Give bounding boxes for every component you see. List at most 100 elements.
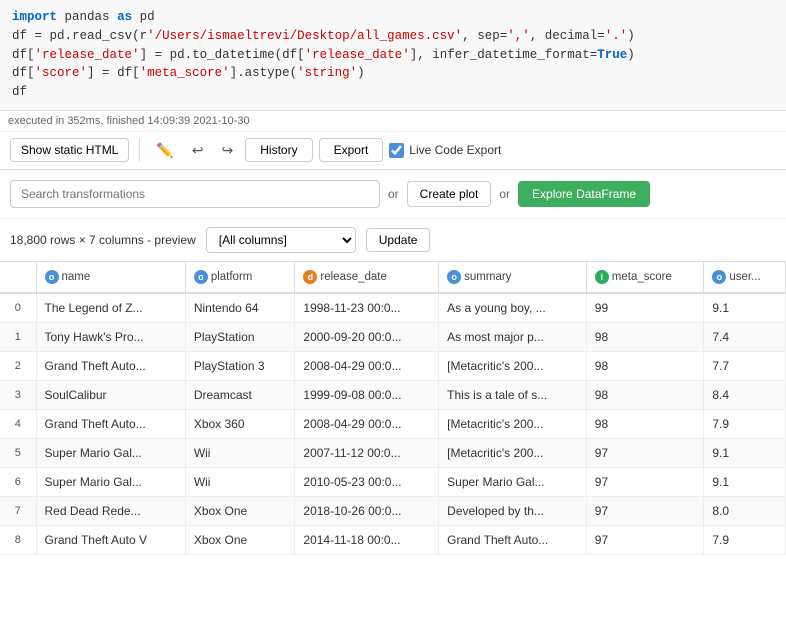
edit-icon-button[interactable]: ✏️ (150, 138, 179, 163)
data-table: oname oplatform drelease_date osummary i… (0, 262, 786, 555)
cell-platform: PlayStation 3 (185, 351, 295, 380)
cell-platform: Xbox 360 (185, 409, 295, 438)
cell-release-date: 2008-04-29 00:0... (295, 409, 439, 438)
table-row: 2 Grand Theft Auto... PlayStation 3 2008… (0, 351, 786, 380)
cell-summary: Super Mario Gal... (439, 467, 587, 496)
cell-index: 1 (0, 322, 36, 351)
cell-summary: As a young boy, ... (439, 293, 587, 323)
cell-summary: This is a tale of s... (439, 380, 587, 409)
cell-summary: [Metacritic's 200... (439, 409, 587, 438)
toolbar-separator (139, 138, 140, 162)
cell-meta-score: 98 (586, 409, 704, 438)
table-row: 5 Super Mario Gal... Wii 2007-11-12 00:0… (0, 438, 786, 467)
cell-name: Grand Theft Auto... (36, 351, 185, 380)
cell-index: 8 (0, 525, 36, 554)
cell-summary: As most major p... (439, 322, 587, 351)
cell-release-date: 2010-05-23 00:0... (295, 467, 439, 496)
table-row: 8 Grand Theft Auto V Xbox One 2014-11-18… (0, 525, 786, 554)
cell-release-date: 2008-04-29 00:0... (295, 351, 439, 380)
explore-dataframe-button[interactable]: Explore DataFrame (518, 181, 650, 207)
cell-release-date: 2007-11-12 00:0... (295, 438, 439, 467)
undo-icon-button[interactable]: ↩ (186, 138, 210, 163)
toolbar: Show static HTML ✏️ ↩ ↪ History Export L… (0, 132, 786, 170)
cell-name: Grand Theft Auto V (36, 525, 185, 554)
table-row: 4 Grand Theft Auto... Xbox 360 2008-04-2… (0, 409, 786, 438)
cell-platform: Dreamcast (185, 380, 295, 409)
cell-name: Red Dead Rede... (36, 496, 185, 525)
cell-user-score: 7.7 (704, 351, 786, 380)
th-meta-score: imeta_score (586, 262, 704, 293)
exec-info: executed in 352ms, finished 14:09:39 202… (0, 111, 786, 132)
or-text-1: or (388, 187, 399, 201)
table-header-row: oname oplatform drelease_date osummary i… (0, 262, 786, 293)
cell-index: 2 (0, 351, 36, 380)
cell-meta-score: 97 (586, 525, 704, 554)
cell-name: Tony Hawk's Pro... (36, 322, 185, 351)
cell-summary: [Metacritic's 200... (439, 351, 587, 380)
code-block: import pandas as pd df = pd.read_csv(r'/… (0, 0, 786, 111)
update-button[interactable]: Update (366, 228, 431, 252)
cell-meta-score: 98 (586, 322, 704, 351)
or-text-2: or (499, 187, 510, 201)
th-user-score: ouser... (704, 262, 786, 293)
table-row: 0 The Legend of Z... Nintendo 64 1998-11… (0, 293, 786, 323)
cell-meta-score: 99 (586, 293, 704, 323)
cell-platform: PlayStation (185, 322, 295, 351)
history-button[interactable]: History (245, 138, 312, 162)
live-code-export-label[interactable]: Live Code Export (389, 143, 501, 158)
cell-release-date: 2000-09-20 00:0... (295, 322, 439, 351)
cell-name: The Legend of Z... (36, 293, 185, 323)
cell-platform: Wii (185, 467, 295, 496)
cell-platform: Wii (185, 438, 295, 467)
redo-icon-button[interactable]: ↪ (216, 138, 240, 163)
cell-name: SoulCalibur (36, 380, 185, 409)
table-row: 6 Super Mario Gal... Wii 2010-05-23 00:0… (0, 467, 786, 496)
cell-user-score: 7.9 (704, 525, 786, 554)
show-static-html-button[interactable]: Show static HTML (10, 138, 129, 162)
live-code-export-checkbox[interactable] (389, 143, 404, 158)
cell-index: 0 (0, 293, 36, 323)
cell-index: 6 (0, 467, 36, 496)
cell-platform: Xbox One (185, 525, 295, 554)
cell-name: Grand Theft Auto... (36, 409, 185, 438)
cell-meta-score: 97 (586, 467, 704, 496)
data-table-container: oname oplatform drelease_date osummary i… (0, 262, 786, 555)
cell-meta-score: 97 (586, 496, 704, 525)
cell-name: Super Mario Gal... (36, 467, 185, 496)
cell-platform: Xbox One (185, 496, 295, 525)
preview-row: 18,800 rows × 7 columns - preview [All c… (0, 219, 786, 262)
export-button[interactable]: Export (319, 138, 384, 162)
columns-select[interactable]: [All columns] (206, 227, 356, 253)
cell-user-score: 8.4 (704, 380, 786, 409)
cell-summary: Grand Theft Auto... (439, 525, 587, 554)
cell-meta-score: 97 (586, 438, 704, 467)
cell-user-score: 8.0 (704, 496, 786, 525)
table-row: 7 Red Dead Rede... Xbox One 2018-10-26 0… (0, 496, 786, 525)
cell-name: Super Mario Gal... (36, 438, 185, 467)
table-row: 3 SoulCalibur Dreamcast 1999-09-08 00:0.… (0, 380, 786, 409)
cell-user-score: 7.9 (704, 409, 786, 438)
preview-info-text: 18,800 rows × 7 columns - preview (10, 233, 196, 247)
cell-meta-score: 98 (586, 351, 704, 380)
cell-user-score: 9.1 (704, 438, 786, 467)
live-code-export-text: Live Code Export (409, 143, 501, 157)
cell-release-date: 2014-11-18 00:0... (295, 525, 439, 554)
cell-user-score: 7.4 (704, 322, 786, 351)
cell-summary: [Metacritic's 200... (439, 438, 587, 467)
create-plot-button[interactable]: Create plot (407, 181, 492, 207)
th-name: oname (36, 262, 185, 293)
th-platform: oplatform (185, 262, 295, 293)
search-row: or Create plot or Explore DataFrame (0, 170, 786, 219)
th-release-date: drelease_date (295, 262, 439, 293)
cell-release-date: 1999-09-08 00:0... (295, 380, 439, 409)
search-input[interactable] (10, 180, 380, 208)
cell-index: 5 (0, 438, 36, 467)
cell-index: 7 (0, 496, 36, 525)
table-row: 1 Tony Hawk's Pro... PlayStation 2000-09… (0, 322, 786, 351)
cell-summary: Developed by th... (439, 496, 587, 525)
cell-index: 4 (0, 409, 36, 438)
cell-platform: Nintendo 64 (185, 293, 295, 323)
cell-user-score: 9.1 (704, 467, 786, 496)
th-summary: osummary (439, 262, 587, 293)
cell-index: 3 (0, 380, 36, 409)
